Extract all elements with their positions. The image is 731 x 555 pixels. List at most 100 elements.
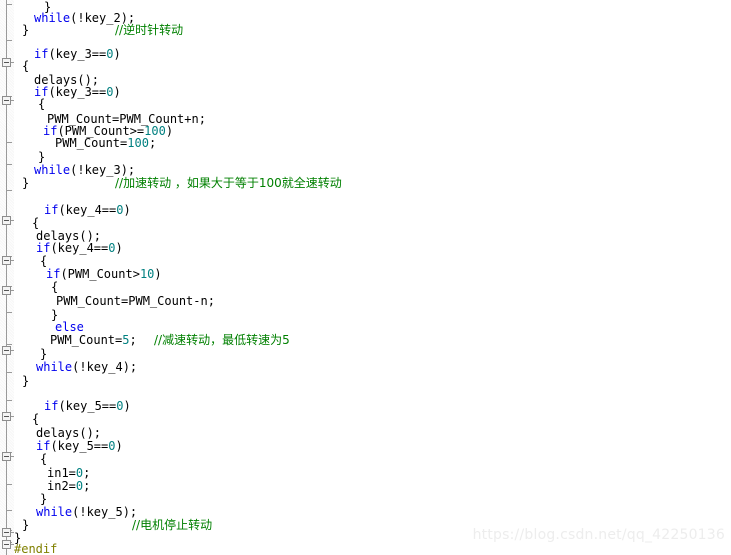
code-token-plain: ; xyxy=(83,466,91,480)
fold-collapse-icon[interactable] xyxy=(2,540,11,549)
fold-tick-icon xyxy=(6,510,12,511)
code-line: //减速转动，最低转速为5 xyxy=(154,333,290,348)
code-token-plain: } xyxy=(22,176,30,190)
code-token-cmt: //加速转动 ，如果大于等于100就全速转动 xyxy=(115,176,342,190)
fold-tick-icon xyxy=(6,312,12,313)
code-token-plain: } xyxy=(40,347,48,361)
code-token-kw: else xyxy=(55,320,84,334)
code-token-plain: { xyxy=(40,452,48,466)
code-text-area[interactable]: } while(!key_2);}//逆时针转动 if(key_3==0){dela… xyxy=(14,0,731,555)
code-editor-window: } while(!key_2);}//逆时针转动 if(key_3==0){dela… xyxy=(0,0,731,555)
fold-tick-icon xyxy=(6,344,12,345)
code-token-kw: while xyxy=(34,163,71,177)
code-token-plain: { xyxy=(22,59,30,73)
code-line: if(PWM_Count>10) xyxy=(46,267,162,282)
watermark-url: https://blog.csdn.net/qq_42250136 xyxy=(472,527,725,543)
code-line: } xyxy=(22,23,29,38)
code-line: while(!key_5); xyxy=(36,505,137,520)
code-token-plain: ) xyxy=(113,85,121,99)
code-token-plain: } xyxy=(22,23,30,37)
code-line: if(key_4==0) xyxy=(36,241,123,256)
fold-collapse-icon[interactable] xyxy=(2,58,11,67)
code-token-plain: { xyxy=(32,412,40,426)
fold-tick-icon xyxy=(6,400,12,401)
code-token-plain: (key_5== xyxy=(50,439,109,453)
code-token-num: 10 xyxy=(139,267,155,281)
code-token-kw: if xyxy=(36,439,51,453)
code-line: //逆时针转动 xyxy=(115,23,183,38)
fold-collapse-icon[interactable] xyxy=(2,286,11,295)
code-token-plain: ) xyxy=(113,47,121,61)
code-token-plain: PWM_Count=PWM_Count-n; xyxy=(56,294,215,308)
code-line: PWM_Count=100; xyxy=(55,136,156,151)
code-line: PWM_Count=5; xyxy=(50,333,137,348)
code-token-plain: (key_3== xyxy=(48,47,107,61)
code-token-plain: { xyxy=(32,216,40,230)
code-token-plain: (!key_5); xyxy=(72,505,138,519)
code-line: if(key_3==0) xyxy=(34,85,121,100)
code-line: } xyxy=(22,176,29,191)
code-line: { xyxy=(22,59,29,74)
code-token-plain: } xyxy=(38,150,46,164)
code-line: if(key_3==0) xyxy=(34,47,121,62)
code-line: { xyxy=(32,412,39,427)
code-token-cmt: //减速转动，最低转速为5 xyxy=(154,333,290,347)
code-line: //加速转动 ，如果大于等于100就全速转动 xyxy=(115,176,342,191)
code-token-plain: (key_3== xyxy=(48,85,107,99)
fold-tick-icon xyxy=(6,484,12,485)
code-token-plain: (key_4== xyxy=(50,241,109,255)
code-line: in2=0; xyxy=(47,479,90,494)
code-token-plain: ; xyxy=(83,479,91,493)
fold-collapse-icon[interactable] xyxy=(2,528,11,537)
fold-collapse-icon[interactable] xyxy=(2,452,11,461)
code-token-plain: ) xyxy=(115,241,123,255)
code-token-plain: ) xyxy=(154,267,162,281)
code-token-plain: ; xyxy=(129,333,137,347)
code-line: PWM_Count=PWM_Count-n; xyxy=(56,294,215,309)
code-token-kw: if xyxy=(34,47,49,61)
code-token-plain: ) xyxy=(123,399,131,413)
code-token-plain: ; xyxy=(148,136,157,150)
code-token-pre: #endif xyxy=(14,542,58,555)
fold-collapse-icon[interactable] xyxy=(2,256,11,265)
code-token-plain: PWM_Count= xyxy=(55,136,128,150)
code-token-plain: { xyxy=(38,97,46,111)
code-token-plain: (!key_4); xyxy=(72,360,138,374)
code-line: //电机停止转动 xyxy=(132,518,212,533)
code-token-plain: delays(); xyxy=(36,426,102,440)
code-token-num: 100 xyxy=(127,136,149,150)
fold-tick-icon xyxy=(6,40,12,41)
code-token-plain: } xyxy=(22,374,30,388)
fold-collapse-icon[interactable] xyxy=(2,346,11,355)
fold-tick-icon xyxy=(6,164,12,165)
code-token-plain: in2= xyxy=(47,479,76,493)
code-token-cmt: //电机停止转动 xyxy=(132,518,213,532)
code-line: if(key_5==0) xyxy=(44,399,131,414)
code-line: if(key_5==0) xyxy=(36,439,123,454)
code-line: { xyxy=(40,452,47,467)
fold-tick-icon xyxy=(6,190,12,191)
code-token-plain: ) xyxy=(123,203,131,217)
code-line: if(key_4==0) xyxy=(44,203,131,218)
fold-collapse-icon[interactable] xyxy=(2,216,11,225)
code-token-plain: } xyxy=(40,492,48,506)
code-line: #endif xyxy=(14,542,57,555)
code-token-kw: while xyxy=(36,360,73,374)
code-line: { xyxy=(38,97,45,112)
code-token-plain: (key_5== xyxy=(58,399,117,413)
code-token-kw: while xyxy=(34,11,71,25)
code-token-plain: } xyxy=(22,518,30,532)
code-line: } xyxy=(22,518,29,533)
fold-hierarchy-line xyxy=(6,0,7,555)
fold-tick-icon xyxy=(6,142,12,143)
fold-collapse-icon[interactable] xyxy=(2,96,11,105)
code-token-plain: (PWM_Count> xyxy=(60,267,140,281)
fold-tick-icon xyxy=(6,4,12,5)
fold-tick-icon xyxy=(6,372,12,373)
fold-margin-gutter xyxy=(0,0,15,555)
code-token-plain: { xyxy=(51,280,59,294)
code-token-plain: ) xyxy=(165,124,174,138)
code-token-kw: if xyxy=(36,241,51,255)
code-line: while(!key_4); xyxy=(36,360,137,375)
fold-collapse-icon[interactable] xyxy=(2,412,11,421)
